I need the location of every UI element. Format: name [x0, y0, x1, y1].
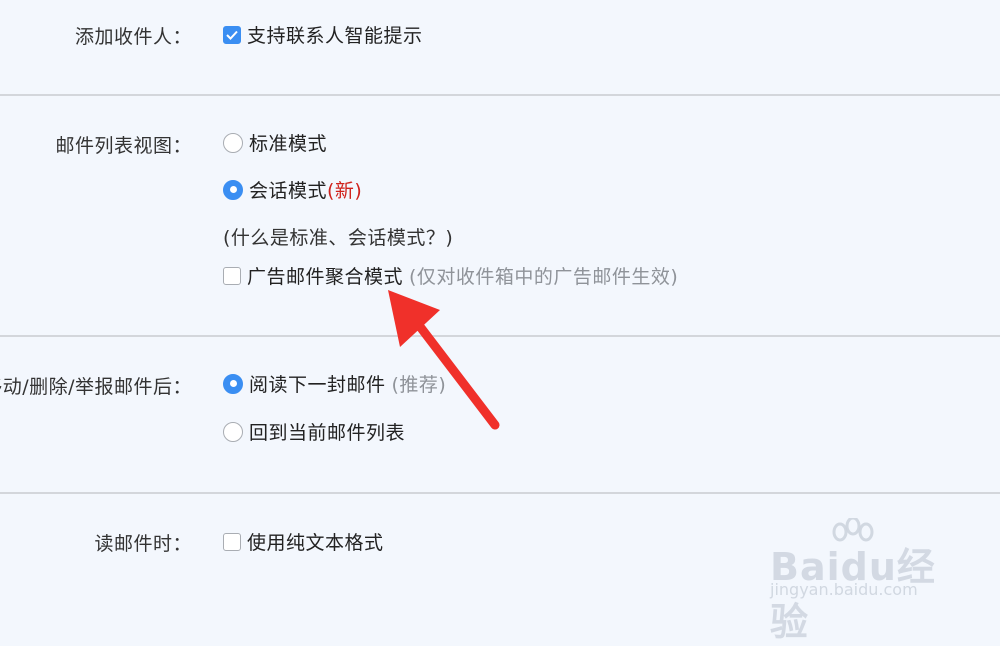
conversation-mode-text: 会话模式 — [249, 180, 328, 202]
standard-mode-radio[interactable] — [223, 132, 243, 153]
smart-hint-checkbox[interactable] — [223, 25, 241, 44]
annotation-arrow-icon — [388, 290, 500, 430]
conversation-mode-radio[interactable] — [223, 179, 243, 200]
paw-logo-icon — [832, 518, 874, 542]
section-divider — [0, 492, 1000, 494]
read-next-radio[interactable] — [223, 373, 243, 394]
plain-text-checkbox[interactable] — [223, 532, 241, 551]
list-view-label: 邮件列表视图： — [55, 135, 192, 157]
watermark-text: Baidu经验 — [770, 545, 936, 644]
watermark-url: jingyan.baidu.com — [770, 580, 918, 599]
reading-label: 读邮件时： — [94, 533, 192, 555]
back-to-list-radio[interactable] — [223, 421, 243, 442]
after-action-label: 移动/删除/举报邮件后： — [0, 376, 192, 398]
mode-help-link[interactable]: (什么是标准、会话模式？) — [223, 223, 453, 250]
smart-hint-text: 支持联系人智能提示 — [247, 25, 423, 47]
checkmark-icon — [226, 30, 238, 40]
conversation-mode-option[interactable]: 会话模式 (新) — [223, 176, 362, 203]
read-next-text: 阅读下一封邮件 — [249, 374, 386, 396]
standard-mode-option[interactable]: 标准模式 — [223, 129, 327, 156]
new-badge: (新) — [327, 180, 363, 202]
plain-text-text: 使用纯文本格式 — [247, 532, 384, 554]
smart-hint-option[interactable]: 支持联系人智能提示 — [223, 21, 423, 48]
plain-text-option[interactable]: 使用纯文本格式 — [223, 528, 384, 555]
baidu-watermark: Baidu经验 jingyan.baidu.com — [770, 518, 970, 644]
add-recipient-label: 添加收件人： — [74, 26, 192, 48]
back-to-list-option[interactable]: 回到当前邮件列表 — [223, 418, 405, 445]
standard-mode-text: 标准模式 — [249, 133, 328, 155]
ad-aggregate-checkbox[interactable] — [223, 266, 241, 285]
section-divider — [0, 94, 1000, 96]
